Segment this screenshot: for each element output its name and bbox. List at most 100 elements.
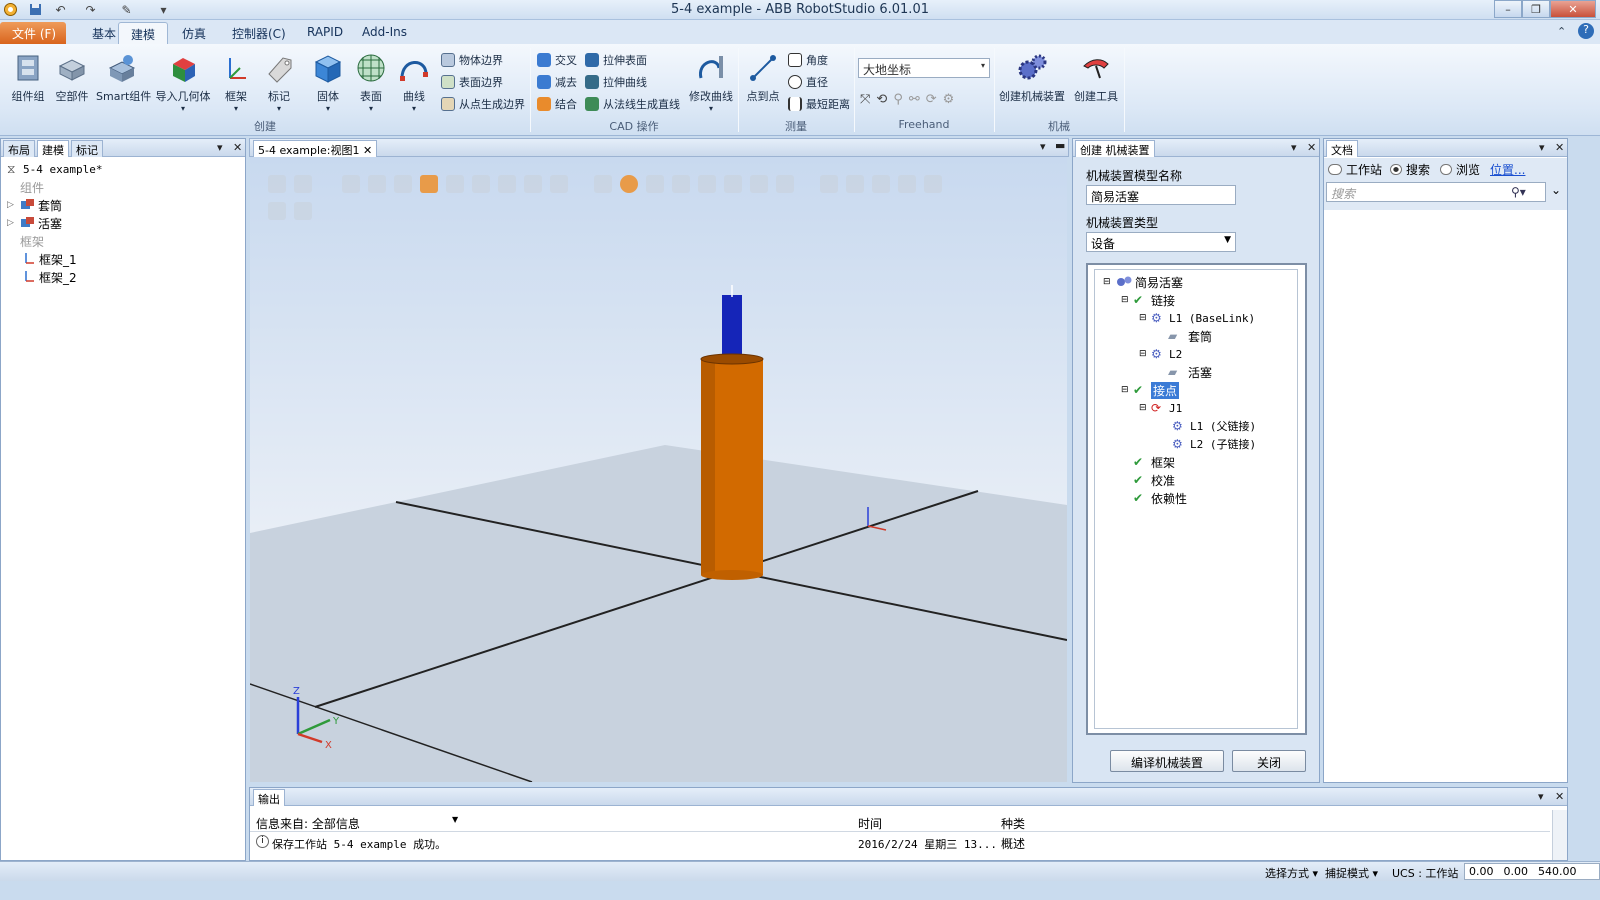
tag-button[interactable]: 标记 ▾ (263, 52, 295, 113)
tree-l1-part[interactable]: ▰ 套筒 (1168, 327, 1212, 345)
output-scrollbar[interactable] (1552, 810, 1567, 860)
surface-boundary-button[interactable]: 表面边界 (441, 72, 503, 91)
compile-mechanism-button[interactable]: 编译机械装置 (1110, 750, 1224, 772)
tree-item-sleeve[interactable]: ▷ 套筒 (7, 196, 243, 214)
panel-close-icon[interactable]: ✕ (1307, 141, 1316, 154)
min-distance-button[interactable]: 最短距离 (788, 94, 850, 113)
panel-menu-icon[interactable]: ▾ (1539, 141, 1545, 154)
tree-j1-parent[interactable]: ⚙ L1 (父链接) (1172, 417, 1256, 435)
surface-button[interactable]: 表面 ▾ (354, 52, 388, 113)
collapse-icon[interactable]: ⊟ (1139, 313, 1151, 323)
import-geometry-button[interactable]: 导入几何体 ▾ (155, 52, 211, 113)
close-view-icon[interactable]: ✕ (363, 144, 372, 157)
tree-link-l1[interactable]: ⊟ ⚙ L1 (BaseLink) (1139, 309, 1255, 327)
collapse-icon[interactable]: ⊟ (1103, 277, 1115, 287)
subtract-button[interactable]: 减去 (537, 72, 577, 91)
solid-button[interactable]: 固体 ▾ (311, 52, 345, 113)
jog-joint-icon[interactable]: ⚲ (893, 92, 903, 107)
tab-file[interactable]: 文件 (F) (0, 22, 66, 44)
move-icon[interactable]: ⤧ (860, 92, 870, 107)
tree-item-piston[interactable]: ▷ 活塞 (7, 214, 243, 232)
diameter-button[interactable]: 直径 (788, 72, 828, 91)
tree-dependency[interactable]: ✔ 依赖性 (1133, 489, 1187, 507)
tree-l2-part[interactable]: ▰ 活塞 (1168, 363, 1212, 381)
tree-item-frame-2[interactable]: 框架_2 (7, 268, 243, 286)
union-button[interactable]: 结合 (537, 94, 577, 113)
tree-joint-j1[interactable]: ⊟ ⟳ J1 (1139, 399, 1182, 417)
tab-addins[interactable]: Add-Ins (350, 22, 419, 44)
panel-menu-icon[interactable]: ▾ (1538, 790, 1544, 803)
tree-item-frame-1[interactable]: 框架_1 (7, 250, 243, 268)
tab-output[interactable]: 输出 (253, 789, 285, 806)
close-panel-button[interactable]: 关闭 (1232, 750, 1306, 772)
body-boundary-button[interactable]: 物体边界 (441, 50, 503, 69)
tree-frames[interactable]: ✔ 框架 (1133, 453, 1175, 471)
tab-create-mechanism[interactable]: 创建 机械装置 (1075, 140, 1155, 157)
output-filter-select[interactable]: 信息来自: 全部信息 ▼ (256, 815, 461, 832)
tab-rapid[interactable]: RAPID (295, 22, 355, 44)
minimize-button[interactable]: – (1494, 0, 1522, 18)
tab-modeling[interactable]: 建模 (118, 22, 169, 44)
tab-modeling-panel[interactable]: 建模 (37, 140, 69, 157)
tab-layout[interactable]: 布局 (3, 140, 35, 157)
view-menu-icon[interactable]: ▾ (1040, 140, 1046, 153)
tree-link-l2[interactable]: ⊟ ⚙ L2 (1139, 345, 1182, 363)
empty-part-button[interactable]: 空部件 (52, 52, 92, 104)
panel-menu-icon[interactable]: ▾ (1291, 141, 1297, 154)
create-tool-button[interactable]: 创建工具 (1072, 52, 1120, 104)
collapse-icon[interactable]: ⊟ (1139, 349, 1151, 359)
tree-j1-child[interactable]: ⚙ L2 (子链接) (1172, 435, 1256, 453)
maximize-button[interactable]: ❐ (1522, 0, 1550, 18)
output-row[interactable]: i 保存工作站 5-4 example 成功。 2016/2/24 星期三 13… (250, 833, 1550, 851)
panel-menu-icon[interactable]: ▾ (217, 141, 223, 154)
selection-mode-dropdown[interactable]: 选择方式 ▾ (1265, 865, 1318, 881)
tree-root-mechanism[interactable]: ⊟ 简易活塞 (1103, 273, 1183, 291)
line-from-normal-button[interactable]: 从法线生成直线 (585, 94, 680, 113)
rotate-icon[interactable]: ⟲ (876, 92, 887, 107)
reference-frame-select[interactable]: 大地坐标 ▾ (858, 58, 990, 78)
radio-station[interactable]: 工作站 (1328, 160, 1382, 178)
column-time[interactable]: 时间 (858, 815, 882, 832)
3d-viewport[interactable]: Z Y X (250, 157, 1067, 782)
panel-close-icon[interactable]: ✕ (1555, 141, 1564, 154)
radio-search[interactable]: 搜索 (1390, 160, 1430, 178)
point-to-point-button[interactable]: 点到点 (743, 52, 783, 104)
component-group-button[interactable]: 组件组 (8, 52, 48, 104)
panel-close-icon[interactable]: ✕ (233, 141, 242, 154)
create-mechanism-button[interactable]: 创建机械装置 (998, 52, 1066, 104)
tab-tags[interactable]: 标记 (71, 140, 103, 157)
location-link[interactable]: 位置... (1490, 160, 1525, 178)
tree-joints[interactable]: ⊟ ✔ 接点 (1121, 381, 1180, 399)
station-node[interactable]: ⧖ 5-4 example* (7, 160, 243, 178)
tree-calibration[interactable]: ✔ 校准 (1133, 471, 1175, 489)
frame-button[interactable]: 框架 ▾ (220, 52, 252, 113)
tab-simulation[interactable]: 仿真 (170, 22, 218, 44)
close-window-button[interactable]: ✕ (1550, 0, 1596, 18)
multi-robot-jog-icon[interactable]: ⚙ (943, 92, 955, 107)
smart-component-button[interactable]: Smart组件 (96, 52, 151, 104)
tab-view1[interactable]: 5-4 example:视图1 ✕ (253, 140, 378, 157)
minimize-ribbon-icon[interactable]: ⌃ (1557, 25, 1566, 38)
snap-mode-dropdown[interactable]: 捕捉模式 ▾ (1325, 865, 1378, 881)
intersect-button[interactable]: 交叉 (537, 50, 577, 69)
collapse-icon[interactable]: ⊟ (1139, 403, 1151, 413)
help-icon[interactable]: ? (1578, 23, 1594, 39)
tab-documents[interactable]: 文档 (1326, 140, 1358, 157)
collapse-icon[interactable]: ⊟ (1121, 385, 1133, 395)
view-maximize-icon[interactable]: ▬ (1055, 139, 1065, 152)
extrude-curve-button[interactable]: 拉伸曲线 (585, 72, 647, 91)
expand-icon[interactable]: ▷ (7, 200, 20, 210)
radio-browse[interactable]: 浏览 (1440, 160, 1480, 178)
mechanism-type-select[interactable]: 设备 ▼ (1086, 232, 1236, 252)
mechanism-name-input[interactable]: 简易活塞 (1086, 185, 1236, 205)
search-icon[interactable]: ⚲▾ (1511, 185, 1526, 199)
modify-curve-button[interactable]: 修改曲线 ▾ (688, 52, 734, 113)
expand-icon[interactable]: ▷ (7, 218, 20, 228)
collapse-icon[interactable]: ⊟ (1121, 295, 1133, 305)
extrude-surface-button[interactable]: 拉伸表面 (585, 50, 647, 69)
tree-links[interactable]: ⊟ ✔ 链接 (1121, 291, 1175, 309)
expand-search-icon[interactable]: ⌄ (1551, 183, 1561, 197)
jog-reorient-icon[interactable]: ⟳ (926, 92, 937, 107)
panel-close-icon[interactable]: ✕ (1555, 790, 1564, 803)
boundary-from-points-button[interactable]: 从点生成边界 (441, 94, 525, 113)
